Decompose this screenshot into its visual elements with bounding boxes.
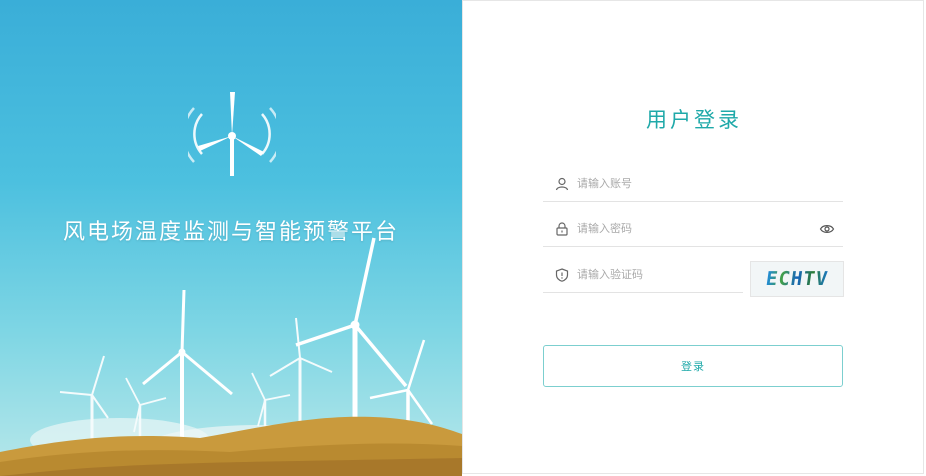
login-button[interactable]: 登录 — [543, 345, 843, 387]
password-field — [543, 211, 843, 247]
account-input[interactable] — [577, 177, 843, 190]
eye-icon[interactable] — [819, 221, 835, 237]
user-icon — [553, 175, 571, 193]
hero-panel: 风电场温度监测与智能预警平台 — [0, 0, 462, 476]
captcha-input[interactable] — [577, 268, 743, 281]
login-title: 用户登录 — [646, 108, 742, 132]
account-field — [543, 166, 843, 202]
lock-icon — [553, 220, 571, 238]
shield-icon — [553, 266, 571, 284]
platform-title: 风电场温度监测与智能预警平台 — [62, 220, 399, 245]
captcha-image[interactable]: ECHTV — [750, 261, 844, 297]
wind-turbine-icon — [188, 92, 276, 176]
captcha-field — [543, 257, 743, 293]
login-panel: 用户登录 ECHTV 登录 — [462, 0, 924, 474]
password-input[interactable] — [577, 222, 843, 235]
captcha-code: ECHTV — [764, 268, 830, 290]
